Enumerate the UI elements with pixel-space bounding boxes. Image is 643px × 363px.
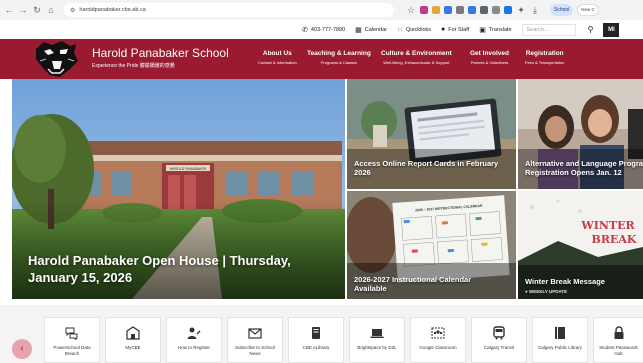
nav-culture-environment[interactable]: Culture & Environment Well-Being, Extrac… bbox=[381, 50, 452, 65]
user-icon: ● bbox=[441, 26, 446, 33]
puzzle-icon[interactable]: ✦ bbox=[516, 4, 526, 16]
phone-link[interactable]: ✆ 403-777-7890 bbox=[302, 26, 345, 34]
tile-instructional-calendar[interactable]: 2026 – 2027 INSTRUCTIONAL CALENDAR 2026-… bbox=[347, 191, 516, 299]
lock-icon bbox=[594, 326, 643, 340]
ebook-icon bbox=[289, 326, 343, 340]
calendar-link[interactable]: ▦ Calendar bbox=[355, 26, 387, 34]
quicklink-brightspace[interactable]: Brightspace by D2L bbox=[349, 317, 405, 363]
tile-instructional-calendar-title: 2026-2027 Instructional Calendar Availab… bbox=[354, 275, 472, 293]
site-header: Harold Panabaker School Experience the P… bbox=[0, 39, 643, 79]
bookmark-star-icon[interactable]: ☆ bbox=[406, 4, 416, 16]
site-info-icon[interactable]: ⚙ bbox=[70, 7, 75, 14]
grid-icon: ⁙ bbox=[397, 26, 403, 34]
browser-toolbar: ← → ↻ ⌂ ⚙ haroldpanabaker.cbe.ab.ca ☆ ✦ … bbox=[0, 0, 643, 20]
phone-icon: ✆ bbox=[302, 26, 308, 34]
tile-alternative-programs[interactable]: Alternative and Language Program Registr… bbox=[518, 79, 643, 189]
extension-icon[interactable] bbox=[456, 6, 464, 14]
winter-break-art-line-1: WINTER bbox=[580, 219, 635, 232]
tile-winter-break-tag: ● WEEKLY UPDATE bbox=[525, 289, 568, 294]
hero-open-house[interactable]: HAROLD PANABAKER Harold Panabaker Open H… bbox=[12, 79, 345, 299]
quicklink-google-classroom[interactable]: Google Classroom bbox=[410, 317, 466, 363]
extension-icon[interactable] bbox=[420, 6, 428, 14]
extension-icon[interactable] bbox=[480, 6, 488, 14]
address-url: haroldpanabaker.cbe.ab.ca bbox=[79, 7, 146, 13]
tile-winter-break[interactable]: WINTER BREAK Winter Break Message ● WEEK… bbox=[518, 191, 643, 299]
tile-winter-break-title: Winter Break Message bbox=[525, 277, 605, 286]
search-input[interactable]: Search... bbox=[521, 23, 576, 36]
quicklink-calgary-transit[interactable]: Calgary Transit bbox=[471, 317, 527, 363]
nav-registration[interactable]: Registration Fees & Transportation bbox=[525, 50, 564, 65]
quicklinks-link[interactable]: ⁙ Quicklinks bbox=[397, 26, 431, 34]
tile-report-cards-title: Access Online Report Cards in February 2… bbox=[354, 159, 499, 177]
bus-icon bbox=[472, 326, 526, 340]
extension-icon[interactable] bbox=[492, 6, 500, 14]
translate-icon: ▣ bbox=[479, 26, 486, 34]
book-icon bbox=[533, 326, 587, 340]
nav-teaching-learning[interactable]: Teaching & Learning Programs & Classes bbox=[307, 50, 371, 65]
extension-icon[interactable] bbox=[468, 6, 476, 14]
laptop-icon bbox=[350, 326, 404, 340]
back-arrow-icon[interactable]: ← bbox=[4, 4, 14, 16]
quicklink-how-to-register[interactable]: How to Register bbox=[166, 317, 222, 363]
forward-arrow-icon[interactable]: → bbox=[18, 4, 28, 16]
quicklinks-carousel: ‹ PowerSchool Data Breach MyCBE How to R… bbox=[0, 305, 643, 363]
tile-alternative-programs-title: Alternative and Language Program Registr… bbox=[525, 159, 643, 177]
translate-link[interactable]: ▣ Translate bbox=[479, 26, 511, 34]
language-button[interactable]: Ml bbox=[603, 22, 620, 37]
new-chrome-button[interactable]: New C bbox=[577, 4, 599, 16]
quicklink-powerschool[interactable]: PowerSchool Data Breach bbox=[44, 317, 100, 363]
utility-bar: ✆ 403-777-7890 ▦ Calendar ⁙ Quicklinks ● For… bbox=[0, 20, 643, 39]
quicklink-mycbe[interactable]: MyCBE bbox=[105, 317, 161, 363]
classroom-icon bbox=[411, 326, 465, 340]
person-pen-icon bbox=[167, 326, 221, 340]
quicklink-cbe-elibrary[interactable]: CBE eLibrary bbox=[288, 317, 344, 363]
school-building-icon bbox=[106, 326, 160, 340]
quicklink-calgary-public-library[interactable]: Calgary Public Library bbox=[532, 317, 588, 363]
nav-about-us[interactable]: About Us Contact & Information bbox=[258, 50, 297, 65]
hero-caption[interactable]: Harold Panabaker Open House | Thursday, … bbox=[28, 252, 328, 286]
panther-logo-icon[interactable] bbox=[30, 39, 82, 79]
extensions-row: ☆ ✦ ⤓ bbox=[406, 4, 540, 16]
quicklink-student-passwords[interactable]: Student Passwords Hub bbox=[593, 317, 643, 363]
home-icon[interactable]: ⌂ bbox=[46, 4, 56, 16]
extension-icon[interactable] bbox=[432, 6, 440, 14]
school-tagline: Experience the Pride 體驗驕傲的感覺 bbox=[92, 63, 175, 69]
reload-icon[interactable]: ↻ bbox=[32, 4, 42, 16]
chat-bubbles-icon bbox=[45, 326, 99, 341]
winter-break-art-line-2: BREAK bbox=[592, 233, 637, 246]
extension-icon[interactable] bbox=[444, 6, 452, 14]
address-bar[interactable]: ⚙ haroldpanabaker.cbe.ab.ca bbox=[64, 3, 394, 17]
profile-chip[interactable]: School bbox=[550, 4, 574, 16]
calendar-icon: ▦ bbox=[355, 26, 362, 34]
carousel-prev-icon[interactable]: ‹ bbox=[12, 339, 32, 359]
nav-get-involved[interactable]: Get Involved Parents & Volunteers bbox=[470, 50, 509, 65]
school-name[interactable]: Harold Panabaker School bbox=[92, 46, 229, 60]
for-staff-link[interactable]: ● For Staff bbox=[441, 26, 469, 33]
extension-icon[interactable] bbox=[504, 6, 512, 14]
tile-report-cards[interactable]: Access Online Report Cards in February 2… bbox=[347, 79, 516, 189]
quicklink-subscribe-news[interactable]: Subscribe to School News bbox=[227, 317, 283, 363]
envelope-icon bbox=[228, 326, 282, 340]
download-icon[interactable]: ⤓ bbox=[530, 4, 540, 16]
search-icon[interactable]: ⚲ bbox=[588, 25, 594, 34]
